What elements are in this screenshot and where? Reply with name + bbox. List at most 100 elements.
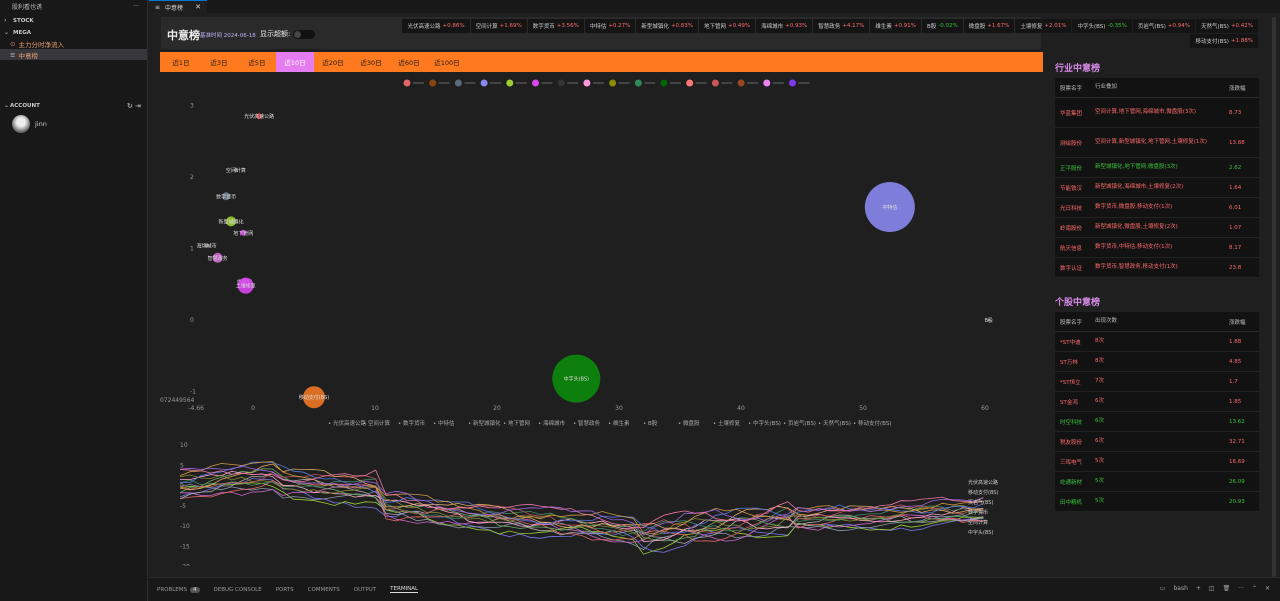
legend-marker[interactable] xyxy=(557,79,565,87)
table-row[interactable]: 航天信息 数字货币,中特估,移动支付(1次) 8.17 xyxy=(1055,238,1259,258)
series-legend-item[interactable]: • 维生素 xyxy=(608,419,630,427)
table-row[interactable]: 数字认证 数字货币,智慧政务,移动支付(1次) 23.8 xyxy=(1055,258,1259,278)
bubble[interactable]: 中特估 xyxy=(864,182,915,233)
ticker-item[interactable]: 维生素 +0.91% xyxy=(870,19,921,33)
panel-tab[interactable]: PROBLEMS 4 xyxy=(157,586,200,593)
panel-tab[interactable]: PORTS xyxy=(276,587,294,593)
sidebar-item-zhongyibang[interactable]: ≡ 中意榜 xyxy=(0,49,147,60)
legend-marker[interactable] xyxy=(480,79,488,87)
series-line[interactable] xyxy=(179,474,984,540)
legend-marker[interactable] xyxy=(737,79,745,87)
table-row[interactable]: 岭南股份 新型城镇化,微盘股,土壤修复(2次) 1.07 xyxy=(1055,218,1259,238)
bubble[interactable]: 地下管网 xyxy=(233,229,253,237)
bubble[interactable]: 智慧政务 xyxy=(208,252,228,263)
legend-marker[interactable] xyxy=(711,79,719,87)
panel-tab[interactable]: COMMENTS xyxy=(308,587,340,593)
ticker-item[interactable]: 地下管网 +0.49% xyxy=(699,19,756,33)
panel-tab[interactable]: TERMINAL xyxy=(390,586,419,593)
section-stock[interactable]: › STOCK xyxy=(0,15,147,26)
series-legend-item[interactable]: • 中字头(BS) xyxy=(748,419,781,427)
series-legend-item[interactable]: • 空间计算 xyxy=(363,419,390,427)
table-row[interactable]: 三晖电气 5次 16.69 xyxy=(1055,452,1259,472)
logout-icon[interactable]: ⇥ xyxy=(135,102,141,110)
bubble[interactable]: 中字头(BS) xyxy=(552,354,601,403)
more-actions-icon[interactable]: ··· xyxy=(133,3,139,10)
table-row[interactable]: 屹通新材 5次 26.09 xyxy=(1055,472,1259,492)
table-row[interactable]: 华蓝集团 空间计算,地下管网,海绵城市,微盘股(3次) 8.73 xyxy=(1055,98,1259,128)
avatar[interactable] xyxy=(12,115,30,133)
series-legend-item[interactable]: • 天然气(BS) xyxy=(818,419,851,427)
series-line[interactable] xyxy=(179,484,984,551)
series-legend-item[interactable]: • 地下管网 xyxy=(503,419,530,427)
trash-icon[interactable]: 🗑 xyxy=(1223,585,1231,592)
ticker-item[interactable]: 移动支付(BS) +1.88% xyxy=(1190,34,1258,48)
legend-marker[interactable] xyxy=(403,79,411,87)
legend-marker[interactable] xyxy=(686,79,694,87)
refresh-icon[interactable]: ↻ xyxy=(127,102,133,110)
ticker-item[interactable]: 智慧政务 +4.17% xyxy=(813,19,870,33)
chevron-up-icon[interactable]: ⌃ xyxy=(1252,585,1257,592)
ticker-item[interactable]: 中字头(BS) -0.35% xyxy=(1072,19,1132,33)
legend-marker[interactable] xyxy=(660,79,668,87)
table-row[interactable]: 税友股份 6次 32.71 xyxy=(1055,432,1259,452)
period-button[interactable]: 近100日 xyxy=(428,52,466,72)
bubble[interactable]: 光伏高速公路 xyxy=(244,113,274,120)
period-button[interactable]: 近3日 xyxy=(200,52,238,72)
series-legend-item[interactable]: • B股 xyxy=(643,420,658,427)
table-row[interactable]: 时空科技 6次 13.62 xyxy=(1055,412,1259,432)
period-button[interactable]: 近20日 xyxy=(314,52,352,72)
ticker-item[interactable]: 土壤修复 +2.01% xyxy=(1015,19,1072,33)
legend-marker[interactable] xyxy=(532,79,539,87)
series-legend-item[interactable]: • 光伏高速公路 xyxy=(328,419,366,427)
table-row[interactable]: *ST中迪 8次 1.88 xyxy=(1055,332,1259,352)
more-icon[interactable]: ··· xyxy=(1238,585,1244,592)
period-button[interactable]: 近10日 xyxy=(276,52,314,72)
bubble[interactable]: B股 xyxy=(984,318,992,324)
ticker-item[interactable]: B股 -0.02% xyxy=(921,19,963,33)
period-button[interactable]: 近5日 xyxy=(238,52,276,72)
table-row[interactable]: 测绘股份 空间计算,新型城镇化,地下管网,土壤修复(1次) 13.88 xyxy=(1055,128,1259,158)
legend-marker[interactable] xyxy=(763,79,771,87)
series-legend-item[interactable]: • 微盘股 xyxy=(678,419,700,427)
period-button[interactable]: 近1日 xyxy=(162,52,200,72)
scrollbar[interactable] xyxy=(1272,17,1276,577)
period-button[interactable]: 近30日 xyxy=(352,52,390,72)
legend-marker[interactable] xyxy=(634,79,642,87)
shell-name[interactable]: bash xyxy=(1173,585,1187,592)
table-row[interactable]: 正平股份 新型城镇化,地下管网,微盘股(3次) 2.62 xyxy=(1055,158,1259,178)
panel-tab[interactable]: OUTPUT xyxy=(354,587,376,593)
legend-marker[interactable] xyxy=(789,79,796,87)
ticker-item[interactable]: 微盘股 +1.67% xyxy=(963,19,1015,33)
bubble[interactable]: 海绵城市 xyxy=(197,243,217,250)
table-row[interactable]: *ST恒立 7次 1.7 xyxy=(1055,372,1259,392)
legend-marker[interactable] xyxy=(429,79,437,87)
ticker-item[interactable]: 页岩气(BS) +0.94% xyxy=(1132,19,1195,33)
legend-marker[interactable] xyxy=(609,79,617,87)
section-mega[interactable]: ⌄ MEGA xyxy=(0,27,147,38)
close-icon[interactable]: ✕ xyxy=(1265,585,1270,592)
split-icon[interactable]: ◫ xyxy=(1209,585,1215,592)
ticker-item[interactable]: 新型城镇化 +0.83% xyxy=(636,19,699,33)
table-row[interactable]: ST万林 8次 4.85 xyxy=(1055,352,1259,372)
series-legend-item[interactable]: • 土壤修复 xyxy=(713,419,740,427)
legend-marker[interactable] xyxy=(506,79,514,87)
section-account[interactable]: ⌄ACCOUNT ↻ ⇥ xyxy=(0,100,147,111)
series-legend-item[interactable]: • 中特估 xyxy=(433,419,455,427)
add-icon[interactable]: + xyxy=(1196,585,1201,592)
tab-zhongyibang[interactable]: ≡ 中意榜 ✕ xyxy=(149,0,207,13)
table-row[interactable]: 节能铁汉 新型城镇化,海绵城市,土壤修复(2次) 1.64 xyxy=(1055,178,1259,198)
series-legend-item[interactable]: • 智慧政务 xyxy=(573,419,600,427)
series-legend-item[interactable]: • 数字货币 xyxy=(398,419,425,427)
ticker-item[interactable]: 中特估 +0.27% xyxy=(584,19,636,33)
panel-tab[interactable]: DEBUG CONSOLE xyxy=(214,587,262,593)
legend-marker[interactable] xyxy=(454,79,462,87)
bubble[interactable]: 新型城镇化 xyxy=(219,216,244,227)
table-row[interactable]: ST金鸿 6次 1.85 xyxy=(1055,392,1259,412)
period-button[interactable]: 近60日 xyxy=(390,52,428,72)
series-legend-item[interactable]: • 移动支付(BS) xyxy=(853,419,891,427)
bubble[interactable]: 数字货币 xyxy=(216,192,236,201)
ticker-item[interactable]: 数字货币 +3.56% xyxy=(527,19,584,33)
ticker-item[interactable]: 天然气(BS) +0.42% xyxy=(1195,19,1258,33)
table-row[interactable]: 田中精机 5次 20.93 xyxy=(1055,492,1259,512)
excess-toggle[interactable] xyxy=(293,30,315,39)
